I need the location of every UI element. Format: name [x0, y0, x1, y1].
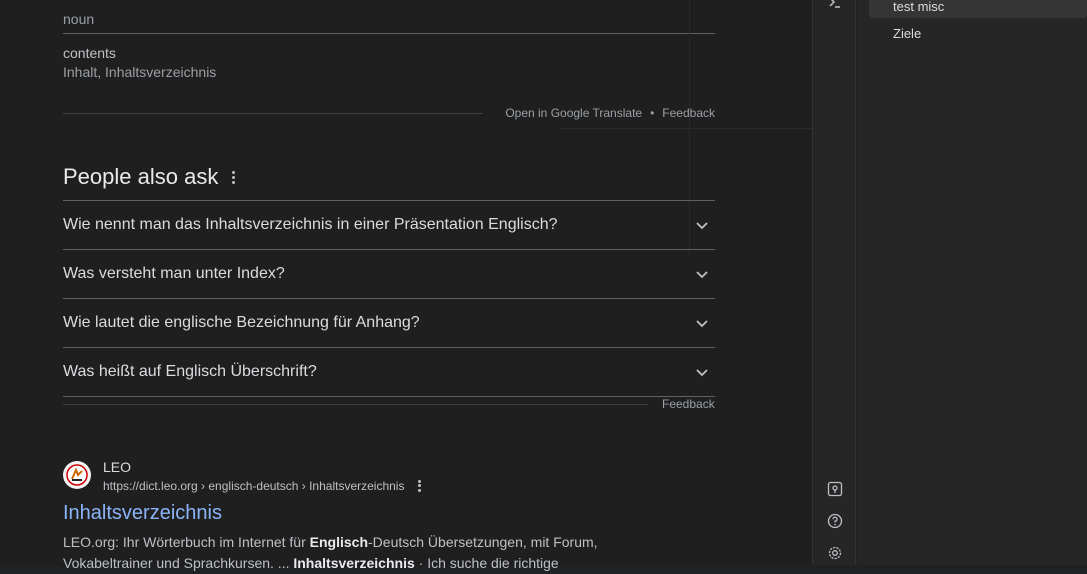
separator-dot: •	[650, 106, 655, 120]
chevron-down-icon	[696, 222, 708, 230]
help-icon[interactable]	[827, 513, 843, 529]
paa-feedback-link[interactable]: Feedback	[662, 397, 715, 411]
divider	[63, 33, 715, 34]
open-in-google-translate-link[interactable]: Open in Google Translate	[505, 106, 642, 120]
chevron-down-icon	[696, 369, 708, 377]
paa-question-text: Wie lautet die englische Bezeichnung für…	[63, 314, 420, 331]
sidebar-item-test-misc[interactable]: test misc	[869, 0, 1087, 18]
paa-question-text: Was versteht man unter Index?	[63, 265, 285, 282]
paa-question[interactable]: Wie nennt man das Inhaltsverzeichnis in …	[63, 201, 715, 250]
paa-question[interactable]: Was versteht man unter Index?	[63, 250, 715, 299]
sidebar-item-ziele[interactable]: Ziele	[869, 25, 1087, 45]
result-snippet: LEO.org: Ihr Wörterbuch im Internet für …	[63, 534, 598, 571]
paa-question[interactable]: Wie lautet die englische Bezeichnung für…	[63, 299, 715, 348]
sidebar: test misc Ziele	[857, 0, 1087, 565]
people-also-ask-heading: People also ask	[63, 164, 236, 190]
translation-result: Inhalt, Inhaltsverzeichnis	[63, 64, 217, 80]
site-favicon[interactable]	[63, 461, 91, 489]
chevron-down-icon	[696, 271, 708, 279]
site-url[interactable]: https://dict.leo.org › englisch-deutsch …	[103, 479, 404, 493]
part-of-speech: noun	[63, 11, 95, 27]
divider	[63, 404, 648, 405]
map-pin-icon[interactable]	[827, 481, 843, 497]
paa-question-text: Wie nennt man das Inhaltsverzeichnis in …	[63, 216, 558, 233]
leo-logo-icon	[66, 464, 88, 486]
pane-split-line	[560, 128, 812, 129]
site-name[interactable]: LEO	[103, 459, 131, 475]
more-options-icon[interactable]	[418, 478, 422, 493]
divider	[63, 113, 483, 114]
chevron-down-icon	[696, 320, 708, 328]
paa-list: Wie nennt man das Inhaltsverzeichnis in …	[63, 200, 715, 397]
paa-question-text: Was heißt auf Englisch Überschrift?	[63, 363, 317, 380]
result-title-link[interactable]: Inhaltsverzeichnis	[63, 502, 222, 525]
paa-title: People also ask	[63, 164, 219, 189]
site-url-row: https://dict.leo.org › englisch-deutsch …	[103, 478, 422, 493]
more-options-icon[interactable]	[232, 169, 236, 186]
search-results-pane: noun contents Inhalt, Inhaltsverzeichnis…	[0, 0, 812, 571]
paa-question[interactable]: Was heißt auf Englisch Überschrift?	[63, 348, 715, 397]
side-panel-toolbar	[812, 0, 856, 565]
translation-source-word: contents	[63, 45, 116, 61]
terminal-icon[interactable]	[827, 0, 843, 10]
gear-icon[interactable]	[827, 545, 843, 561]
translate-footer: Open in Google Translate•Feedback	[505, 106, 715, 120]
